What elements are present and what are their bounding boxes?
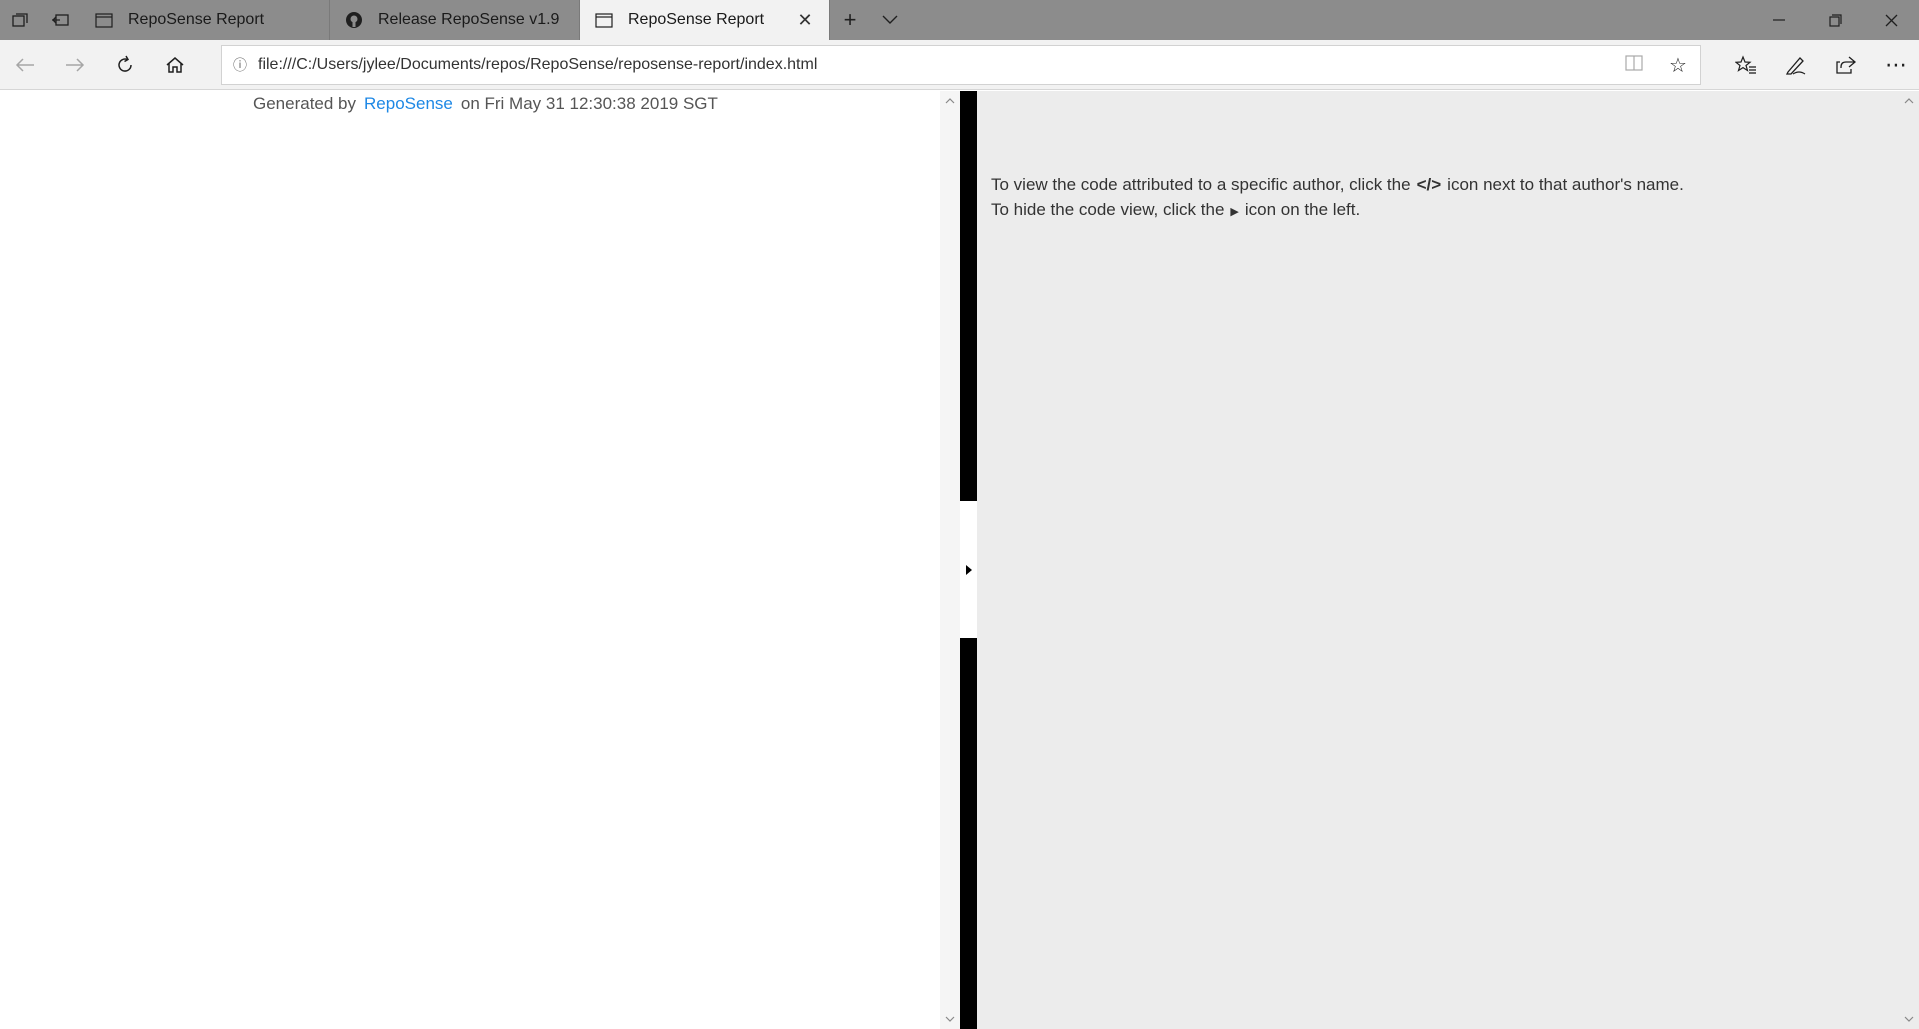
address-url[interactable]: file:///C:/Users/jylee/Documents/repos/R… [258, 56, 1612, 74]
generated-by-prefix: Generated by [253, 94, 357, 113]
caret-right-icon: ▶ [1230, 206, 1239, 218]
code-panel-scrollbar[interactable] [1899, 91, 1919, 1029]
github-icon [344, 12, 364, 29]
report-pane: Generated by RepoSense on Fri May 31 12:30… [0, 91, 940, 1029]
reposense-link[interactable]: RepoSense [364, 94, 453, 113]
generated-timestamp: on Fri May 31 12:30:38 2019 SGT [460, 94, 718, 113]
hint-line-1-text: To view the code attributed to a specifi… [991, 175, 1411, 194]
home-icon[interactable] [150, 40, 200, 90]
site-info-icon[interactable]: ⓘ [222, 55, 258, 75]
page-icon [594, 12, 614, 29]
close-window-icon[interactable] [1863, 0, 1919, 40]
hint-line-2-text: To hide the code view, click the [991, 200, 1225, 219]
hint-line-2: To hide the code view, click the ▶ icon on… [991, 197, 1684, 225]
scroll-up-icon[interactable] [940, 91, 960, 111]
set-aside-tabs-icon[interactable] [40, 0, 80, 40]
minimize-icon[interactable] [1751, 0, 1807, 40]
address-bar[interactable]: ⓘ file:///C:/Users/jylee/Documents/repos… [221, 45, 1701, 85]
new-tab-icon[interactable]: + [830, 0, 870, 40]
tab-strip: RepoSense Report Release RepoSense v1.9 … [0, 0, 1919, 40]
forward-icon[interactable] [50, 40, 100, 90]
close-tab-icon[interactable]: ✕ [795, 10, 815, 31]
hint-line-1-tail: icon next to that author's name. [1447, 175, 1684, 194]
refresh-icon[interactable] [100, 40, 150, 90]
tab-reposense-report-1[interactable]: RepoSense Report [80, 0, 330, 40]
scroll-down-icon[interactable] [940, 1009, 960, 1029]
scroll-down-icon[interactable] [1899, 1009, 1919, 1029]
add-notes-icon[interactable] [1771, 40, 1821, 90]
hint-line-2-tail: icon on the left. [1244, 200, 1361, 219]
share-icon[interactable] [1821, 40, 1871, 90]
tab-reposense-report-active[interactable]: RepoSense Report ✕ [580, 0, 830, 40]
scroll-up-icon[interactable] [1899, 91, 1919, 111]
back-icon[interactable] [0, 40, 50, 90]
caret-right-icon [965, 564, 972, 575]
generated-by-line: Generated by RepoSense on Fri May 31 12:30… [253, 91, 718, 117]
tab-actions-icon[interactable] [0, 0, 40, 40]
report-scrollbar[interactable] [940, 91, 960, 1029]
toggle-code-panel-button[interactable] [960, 501, 977, 638]
navigation-bar: ⓘ file:///C:/Users/jylee/Documents/repos… [0, 40, 1919, 90]
more-options-icon[interactable]: ⋯ [1871, 40, 1919, 90]
reading-view-icon[interactable] [1612, 54, 1656, 76]
tab-title: Release RepoSense v1.9 · re [378, 11, 565, 28]
code-panel-hint: To view the code attributed to a specifi… [991, 172, 1684, 225]
chevron-down-icon[interactable] [870, 0, 910, 40]
tab-release-reposense[interactable]: Release RepoSense v1.9 · re [330, 0, 580, 40]
favorite-star-icon[interactable]: ☆ [1656, 53, 1700, 78]
favorites-hub-icon[interactable] [1721, 40, 1771, 90]
restore-icon[interactable] [1807, 0, 1863, 40]
code-panel: To view the code attributed to a specifi… [977, 91, 1899, 1029]
page-icon [94, 12, 114, 29]
tab-title: RepoSense Report [628, 11, 765, 28]
tab-title: RepoSense Report [128, 11, 265, 28]
hint-line-1: To view the code attributed to a specifi… [991, 172, 1684, 197]
code-icon: </> [1416, 175, 1442, 194]
